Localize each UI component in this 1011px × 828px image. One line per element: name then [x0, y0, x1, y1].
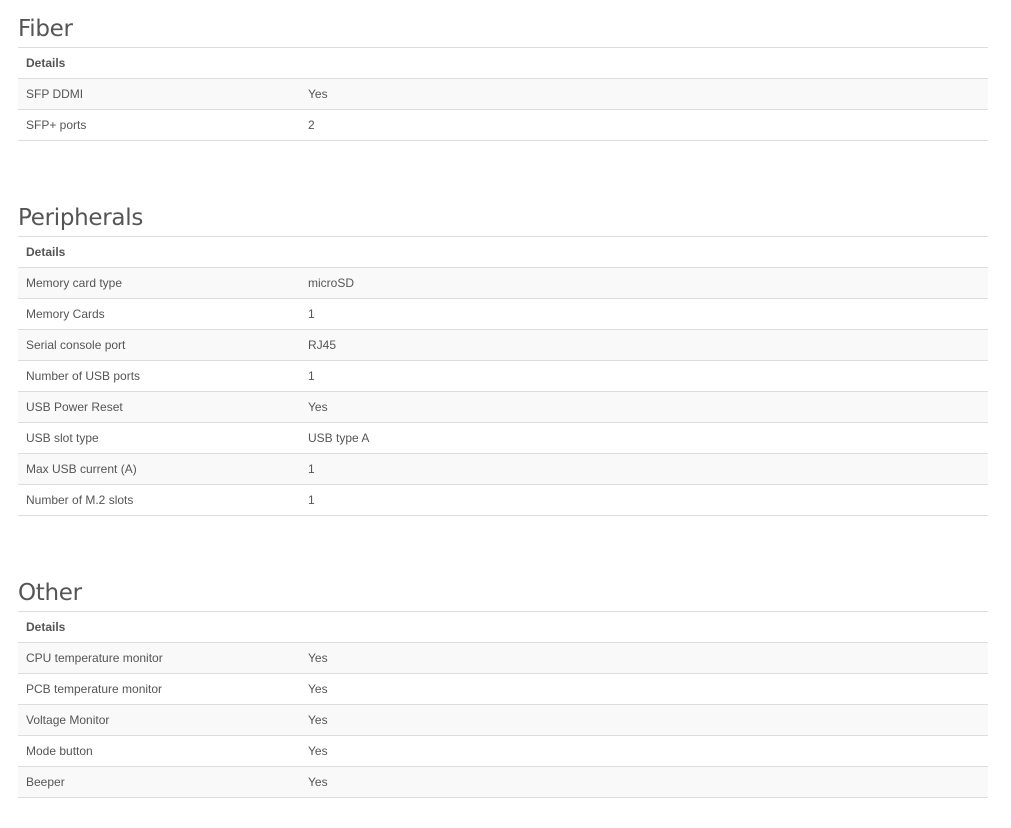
spec-value: Yes [300, 642, 988, 674]
spec-label: SFP+ ports [18, 109, 300, 141]
section-title: Other [18, 580, 82, 606]
table-header: Details [18, 47, 988, 79]
spec-value: Yes [300, 78, 988, 110]
spec-label: Serial console port [18, 329, 300, 361]
table-row: Max USB current (A) 1 [18, 453, 988, 485]
spec-table-other: Details CPU temperature monitor Yes PCB … [18, 611, 988, 798]
spec-label: PCB temperature monitor [18, 673, 300, 705]
table-header: Details [18, 236, 988, 268]
spec-page: Fiber Details SFP DDMI Yes SFP+ ports 2 … [0, 0, 1011, 828]
section-title: Fiber [18, 16, 73, 42]
spec-value: 2 [300, 109, 988, 141]
table-row: Voltage Monitor Yes [18, 704, 988, 736]
spec-value: 1 [300, 453, 988, 485]
table-row: Serial console port RJ45 [18, 329, 988, 361]
spec-value: microSD [300, 267, 988, 299]
table-row: Memory card type microSD [18, 267, 988, 299]
section-fiber: Fiber Details SFP DDMI Yes SFP+ ports 2 [18, 3, 988, 141]
spec-label: Max USB current (A) [18, 453, 300, 485]
table-header-row: Details [18, 47, 988, 79]
table-row: SFP DDMI Yes [18, 78, 988, 110]
section-other: Other Details CPU temperature monitor Ye… [18, 567, 988, 798]
spec-value: USB type A [300, 422, 988, 454]
spec-label: Memory Cards [18, 298, 300, 330]
spec-value: 1 [300, 484, 988, 516]
table-row: Number of M.2 slots 1 [18, 484, 988, 516]
spec-value: 1 [300, 298, 988, 330]
spec-label: Mode button [18, 735, 300, 767]
spec-label: Number of USB ports [18, 360, 300, 392]
section-peripherals: Peripherals Details Memory card type mic… [18, 192, 988, 516]
spec-value: Yes [300, 704, 988, 736]
table-row: PCB temperature monitor Yes [18, 673, 988, 705]
spec-value: Yes [300, 735, 988, 767]
spec-table-peripherals: Details Memory card type microSD Memory … [18, 236, 988, 516]
spec-label: Memory card type [18, 267, 300, 299]
table-row: Beeper Yes [18, 766, 988, 798]
table-row: USB Power Reset Yes [18, 391, 988, 423]
spec-label: USB slot type [18, 422, 300, 454]
spec-label: SFP DDMI [18, 78, 300, 110]
spec-value: Yes [300, 766, 988, 798]
spec-value: RJ45 [300, 329, 988, 361]
spec-label: USB Power Reset [18, 391, 300, 423]
spec-label: Beeper [18, 766, 300, 798]
spec-value: Yes [300, 673, 988, 705]
spec-value: Yes [300, 391, 988, 423]
table-row: CPU temperature monitor Yes [18, 642, 988, 674]
spec-label: Voltage Monitor [18, 704, 300, 736]
table-row: USB slot type USB type A [18, 422, 988, 454]
table-header: Details [18, 611, 988, 643]
spec-label: CPU temperature monitor [18, 642, 300, 674]
spec-value: 1 [300, 360, 988, 392]
table-row: Memory Cards 1 [18, 298, 988, 330]
table-header-row: Details [18, 611, 988, 643]
spec-table-fiber: Details SFP DDMI Yes SFP+ ports 2 [18, 47, 988, 141]
table-header-row: Details [18, 236, 988, 268]
table-row: Number of USB ports 1 [18, 360, 988, 392]
table-row: SFP+ ports 2 [18, 109, 988, 141]
section-title: Peripherals [18, 205, 143, 231]
spec-label: Number of M.2 slots [18, 484, 300, 516]
table-row: Mode button Yes [18, 735, 988, 767]
